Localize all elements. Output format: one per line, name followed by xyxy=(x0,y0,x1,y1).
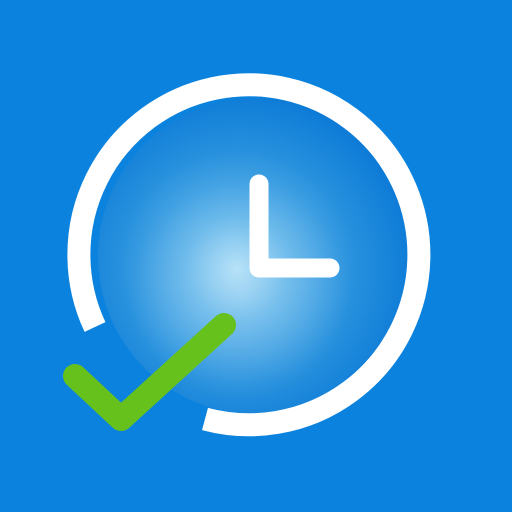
app-icon xyxy=(0,0,512,512)
clock-check-icon xyxy=(0,0,512,512)
